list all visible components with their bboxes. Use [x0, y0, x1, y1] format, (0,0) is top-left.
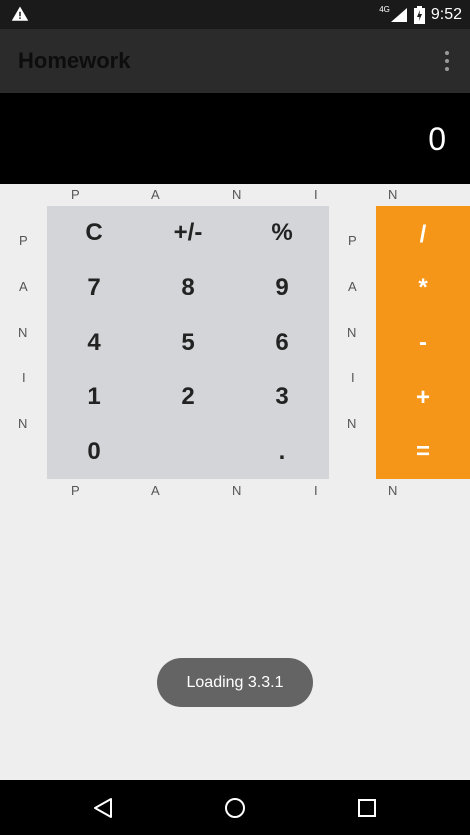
- clock: 9:52: [430, 5, 462, 23]
- display-value: 0: [428, 121, 446, 157]
- label-left: I: [22, 370, 26, 385]
- recents-square-icon: [358, 798, 376, 817]
- calculator-display: 0: [0, 93, 470, 184]
- digit-0-button[interactable]: 0: [47, 425, 141, 479]
- label-bottom: P: [71, 483, 80, 498]
- back-triangle-icon: [94, 797, 112, 818]
- digit-5-button[interactable]: 5: [141, 316, 235, 370]
- digit-6-button[interactable]: 6: [235, 316, 329, 370]
- label-top: N: [232, 187, 242, 202]
- keypad: C +/- % 7 8 9 4 5 6 1 2 3 0 .: [47, 206, 329, 479]
- label-middle: A: [348, 279, 357, 294]
- add-button[interactable]: +: [376, 371, 470, 425]
- label-top: A: [151, 187, 160, 202]
- signal-icon: [390, 7, 407, 22]
- label-left: N: [18, 325, 28, 340]
- app-bar: Homework: [0, 29, 470, 93]
- multiply-button[interactable]: *: [376, 261, 470, 315]
- label-middle: N: [347, 325, 357, 340]
- label-middle: N: [347, 416, 357, 431]
- divide-button[interactable]: /: [376, 208, 470, 262]
- back-button[interactable]: [73, 780, 133, 835]
- blank-key[interactable]: [141, 425, 235, 479]
- label-bottom: I: [314, 483, 318, 498]
- clear-button[interactable]: C: [47, 206, 141, 260]
- label-left: P: [19, 233, 28, 248]
- recents-button[interactable]: [337, 780, 397, 835]
- label-bottom: N: [388, 483, 398, 498]
- digit-9-button[interactable]: 9: [235, 261, 329, 315]
- label-top: N: [388, 187, 398, 202]
- home-circle-icon: [225, 797, 245, 818]
- digit-7-button[interactable]: 7: [47, 261, 141, 315]
- label-middle: I: [351, 370, 355, 385]
- label-bottom: N: [232, 483, 242, 498]
- digit-4-button[interactable]: 4: [47, 316, 141, 370]
- operator-column: / * - + =: [376, 206, 470, 479]
- negate-button[interactable]: +/-: [141, 206, 235, 260]
- digit-1-button[interactable]: 1: [47, 370, 141, 424]
- label-top: P: [71, 187, 80, 202]
- warning-icon: [11, 6, 29, 21]
- subtract-button[interactable]: -: [376, 316, 470, 370]
- home-button[interactable]: [205, 780, 265, 835]
- digit-8-button[interactable]: 8: [141, 261, 235, 315]
- app-title: Homework: [18, 48, 131, 73]
- loading-toast: Loading 3.3.1: [157, 658, 313, 707]
- decimal-button[interactable]: .: [235, 425, 329, 479]
- label-left: N: [18, 416, 28, 431]
- digit-3-button[interactable]: 3: [235, 370, 329, 424]
- label-bottom: A: [151, 483, 160, 498]
- status-bar: 4G 9:52: [0, 0, 470, 29]
- equals-button[interactable]: =: [376, 425, 470, 479]
- digit-2-button[interactable]: 2: [141, 370, 235, 424]
- label-left: A: [19, 279, 28, 294]
- label-middle: P: [348, 233, 357, 248]
- percent-button[interactable]: %: [235, 206, 329, 260]
- battery-charging-icon: [413, 5, 425, 24]
- network-type-label: 4G: [379, 5, 390, 14]
- label-top: I: [314, 187, 318, 202]
- navigation-bar: [0, 780, 470, 835]
- overflow-menu-icon[interactable]: [444, 51, 450, 71]
